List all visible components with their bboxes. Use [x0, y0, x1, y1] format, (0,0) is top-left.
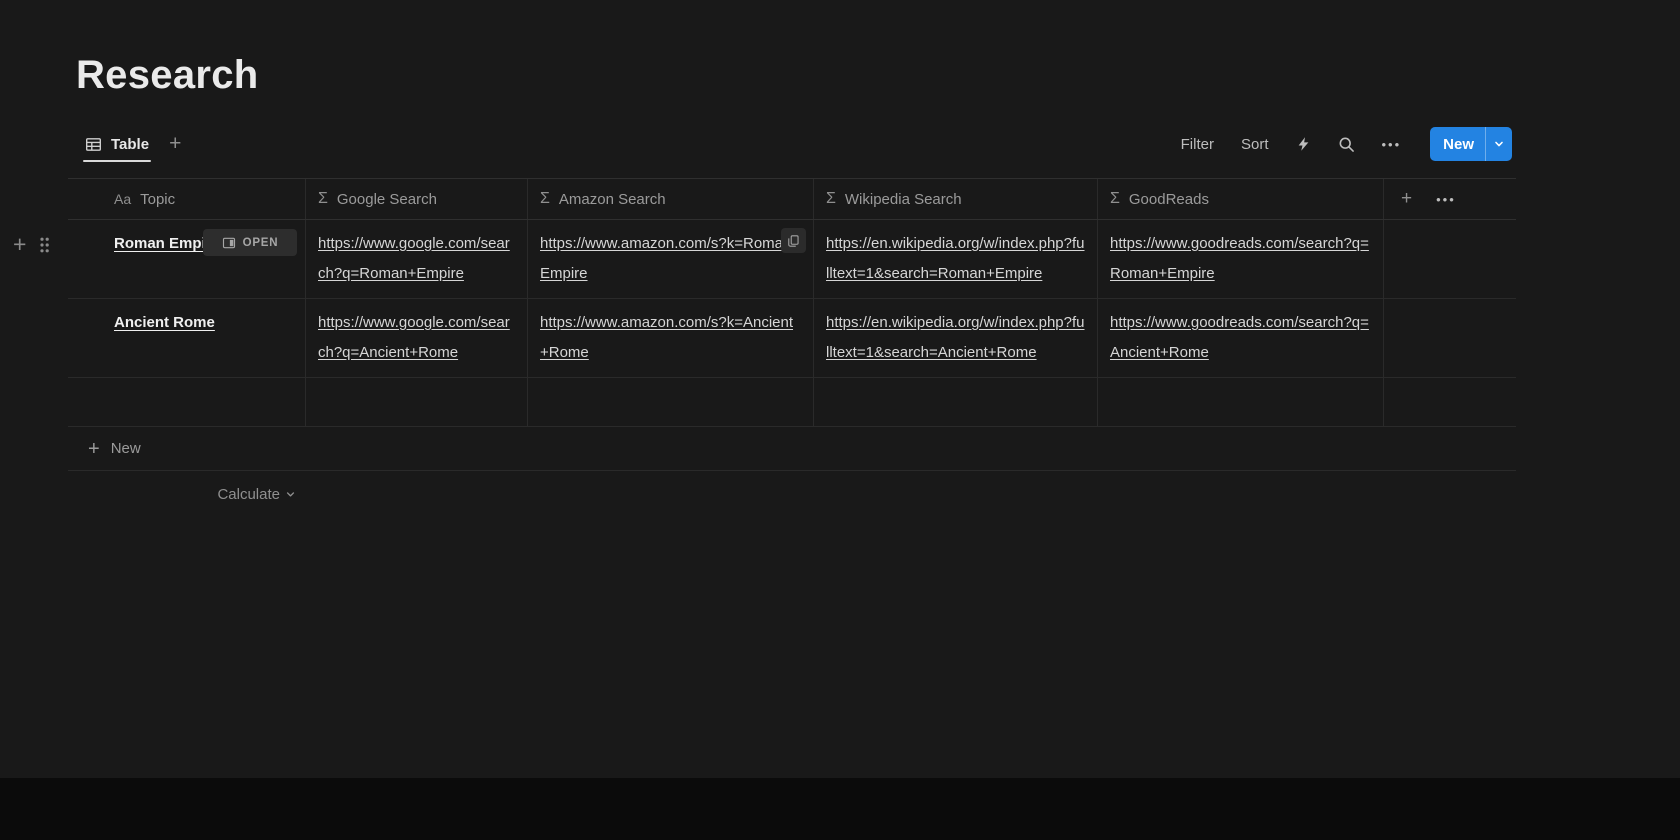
cell-google-search [306, 378, 528, 426]
new-dropdown-button[interactable] [1485, 127, 1512, 161]
view-tabs: Table + [85, 134, 181, 154]
cell-empty [1384, 299, 1516, 377]
new-button[interactable]: New [1430, 127, 1512, 161]
chevron-down-icon [1493, 138, 1505, 150]
cell-goodreads [1098, 378, 1384, 426]
add-row-button[interactable]: + [13, 231, 26, 258]
amazon-search-link[interactable]: https://www.amazon.com/s?k=Ancient+Rome [540, 314, 793, 361]
cell-google-search: https://www.google.com/search?q=Roman+Em… [306, 220, 528, 298]
column-header-wikipedia-search[interactable]: Σ Wikipedia Search [814, 179, 1098, 219]
copy-value-button[interactable] [781, 228, 806, 253]
google-search-link[interactable]: https://www.google.com/search?q=Ancient+… [318, 314, 510, 361]
cell-wikipedia-search: https://en.wikipedia.org/w/index.php?ful… [814, 220, 1098, 298]
cell-topic[interactable] [68, 378, 306, 426]
open-row-button[interactable]: OPEN [203, 229, 297, 256]
filter-button[interactable]: Filter [1181, 136, 1214, 153]
chevron-down-icon [285, 489, 296, 500]
cell-goodreads: https://www.goodreads.com/search?q=Roman… [1098, 220, 1384, 298]
add-view-button[interactable]: + [169, 134, 181, 154]
calculate-button[interactable]: Calculate [68, 471, 306, 503]
add-column-button[interactable]: + [1401, 188, 1412, 210]
cell-goodreads: https://www.goodreads.com/search?q=Ancie… [1098, 299, 1384, 377]
page-title: Research [0, 0, 1680, 98]
table-options-button[interactable]: ••• [1436, 192, 1456, 207]
column-header-topic[interactable]: Aa Topic [68, 179, 306, 219]
notion-database-page: Research Table + Filter Sort [0, 0, 1680, 840]
open-row-label: OPEN [243, 228, 279, 258]
wikipedia-search-link[interactable]: https://en.wikipedia.org/w/index.php?ful… [826, 314, 1085, 361]
drag-handle-icon[interactable] [39, 236, 50, 254]
database-table: Aa Topic Σ Google Search Σ Amazon Search… [68, 178, 1516, 503]
table-row-ancient-rome: Ancient Rome https://www.google.com/sear… [68, 299, 1516, 378]
table-header-row: Aa Topic Σ Google Search Σ Amazon Search… [68, 178, 1516, 220]
cell-empty [1384, 378, 1516, 426]
cell-google-search: https://www.google.com/search?q=Ancient+… [306, 299, 528, 377]
tab-table-label: Table [111, 136, 149, 153]
cell-topic[interactable]: Ancient Rome [68, 299, 306, 377]
cell-amazon-search: https://www.amazon.com/s?k=Roman+Empire [528, 220, 814, 298]
text-type-icon: Aa [114, 191, 131, 207]
new-button-label[interactable]: New [1430, 127, 1485, 161]
side-peek-icon [222, 236, 236, 250]
column-header-amazon-search[interactable]: Σ Amazon Search [528, 179, 814, 219]
goodreads-link[interactable]: https://www.goodreads.com/search?q=Ancie… [1110, 314, 1369, 361]
sort-button[interactable]: Sort [1241, 136, 1269, 153]
view-toolbar: Table + Filter Sort ••• New [85, 124, 1512, 164]
formula-type-icon: Σ [1110, 190, 1120, 208]
cell-topic[interactable]: Roman Empire OPEN [68, 220, 306, 298]
google-search-link[interactable]: https://www.google.com/search?q=Roman+Em… [318, 235, 510, 282]
column-header-controls: + ••• [1384, 179, 1516, 219]
calculate-label: Calculate [217, 486, 280, 503]
cell-wikipedia-search: https://en.wikipedia.org/w/index.php?ful… [814, 299, 1098, 377]
new-row-button[interactable]: + New [68, 427, 1516, 471]
table-view-icon [85, 136, 102, 153]
wikipedia-search-link[interactable]: https://en.wikipedia.org/w/index.php?ful… [826, 235, 1085, 282]
toolbar-actions: Filter Sort ••• New [1181, 127, 1512, 161]
formula-type-icon: Σ [540, 190, 550, 208]
automations-bolt-icon[interactable] [1296, 136, 1311, 152]
column-header-google-search[interactable]: Σ Google Search [306, 179, 528, 219]
cell-amazon-search [528, 378, 814, 426]
search-icon[interactable] [1338, 136, 1355, 153]
plus-icon: + [88, 441, 100, 457]
new-row-label: New [111, 440, 141, 457]
column-header-goodreads[interactable]: Σ GoodReads [1098, 179, 1384, 219]
formula-type-icon: Σ [318, 190, 328, 208]
cell-wikipedia-search [814, 378, 1098, 426]
tab-table-view[interactable]: Table [85, 136, 149, 153]
bottom-edge [0, 778, 1680, 840]
cell-empty [1384, 220, 1516, 298]
formula-type-icon: Σ [826, 190, 836, 208]
more-options-button[interactable]: ••• [1382, 137, 1402, 152]
amazon-search-link[interactable]: https://www.amazon.com/s?k=Roman+Empire [540, 235, 800, 282]
table-row-roman-empire: Roman Empire OPEN https://www.google.com… [68, 220, 1516, 299]
cell-amazon-search: https://www.amazon.com/s?k=Ancient+Rome [528, 299, 814, 377]
copy-icon [787, 234, 800, 248]
goodreads-link[interactable]: https://www.goodreads.com/search?q=Roman… [1110, 235, 1369, 282]
table-row-empty[interactable] [68, 378, 1516, 427]
row-hover-controls: + [13, 231, 50, 258]
